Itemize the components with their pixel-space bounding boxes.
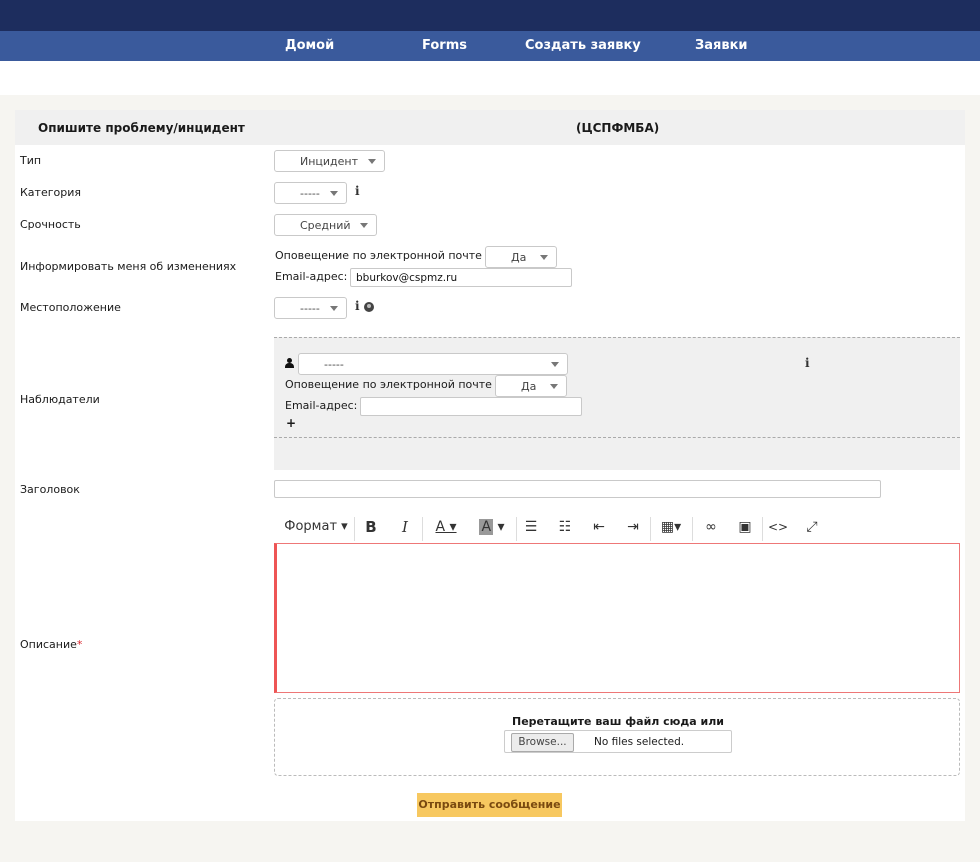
- divider: [274, 337, 960, 338]
- nav-create-ticket[interactable]: Создать заявку: [525, 31, 641, 61]
- observer-email-notify-select[interactable]: Да: [495, 375, 567, 397]
- required-mark: *: [76, 638, 83, 651]
- observer-email-label: Email-адрес:: [285, 399, 358, 412]
- observer-value: -----: [324, 358, 344, 371]
- file-status: No files selected.: [594, 736, 685, 748]
- urgency-select[interactable]: Средний: [274, 214, 377, 236]
- file-dropzone[interactable]: Перетащите ваш файл сюда или Browse... N…: [274, 698, 960, 776]
- file-input[interactable]: Browse... No files selected.: [504, 730, 732, 753]
- form-title: Опишите проблему/инцидент: [38, 121, 245, 135]
- category-value: -----: [300, 187, 320, 200]
- nav-tickets[interactable]: Заявки: [695, 31, 748, 61]
- toolbar-separator: [516, 517, 517, 541]
- type-value: Инцидент: [300, 155, 359, 168]
- notify-label: Информировать меня об изменениях: [20, 260, 237, 273]
- title-field[interactable]: [274, 480, 881, 498]
- description-label: Описание*: [20, 638, 82, 651]
- globe-icon[interactable]: [364, 302, 374, 312]
- outdent-icon[interactable]: ⇤: [588, 513, 610, 541]
- ticket-form: Опишите проблему/инцидент (ЦСПФМБА) Тип …: [15, 110, 965, 821]
- chevron-down-icon: [330, 306, 338, 311]
- indent-icon[interactable]: ⇥: [622, 513, 644, 541]
- info-icon[interactable]: i: [805, 356, 810, 370]
- chevron-down-icon: [551, 362, 559, 367]
- format-dropdown[interactable]: Формат ▾: [284, 513, 348, 541]
- observers-label: Наблюдатели: [20, 393, 100, 406]
- form-header: Опишите проблему/инцидент (ЦСПФМБА): [15, 110, 965, 145]
- type-label: Тип: [20, 154, 42, 167]
- email-label: Email-адрес:: [275, 270, 348, 283]
- image-icon[interactable]: ▣: [734, 513, 756, 541]
- italic-icon[interactable]: I: [394, 513, 416, 541]
- top-bar: [0, 0, 980, 31]
- email-notify-value: Да: [511, 251, 527, 264]
- category-label: Категория: [20, 186, 81, 199]
- toolbar-separator: [422, 517, 423, 541]
- info-icon[interactable]: i: [355, 184, 360, 198]
- description-editor[interactable]: [274, 543, 960, 693]
- table-icon[interactable]: ▦▾: [654, 513, 688, 541]
- chevron-down-icon: [360, 223, 368, 228]
- chevron-down-icon: [540, 255, 548, 260]
- category-select[interactable]: -----: [274, 182, 347, 204]
- white-band: [0, 61, 980, 95]
- link-icon[interactable]: ∞: [700, 513, 722, 541]
- observer-email-notify-value: Да: [521, 380, 537, 393]
- nav-forms[interactable]: Forms: [422, 31, 467, 61]
- location-label: Местоположение: [20, 301, 121, 314]
- chevron-down-icon: [550, 384, 558, 389]
- dropzone-text: Перетащите ваш файл сюда или: [512, 715, 724, 728]
- bold-icon[interactable]: B: [360, 513, 382, 541]
- person-icon: [285, 358, 294, 368]
- observer-email-field[interactable]: [360, 397, 582, 416]
- form-entity: (ЦСПФМБА): [576, 121, 660, 135]
- fullscreen-icon[interactable]: ⤢: [800, 513, 824, 541]
- toolbar-separator: [762, 517, 763, 541]
- format-label: Формат: [284, 519, 338, 534]
- text-color-icon[interactable]: A ▾: [426, 513, 466, 541]
- email-notify-select[interactable]: Да: [485, 246, 557, 268]
- urgency-label: Срочность: [20, 218, 81, 231]
- toolbar-separator: [354, 517, 355, 541]
- numbered-list-icon[interactable]: ☷: [554, 513, 576, 541]
- email-field[interactable]: [350, 268, 572, 287]
- toolbar-separator: [692, 517, 693, 541]
- highlight-color-icon[interactable]: A ▾: [472, 513, 512, 541]
- source-code-icon[interactable]: <>: [766, 513, 790, 541]
- divider: [274, 437, 960, 438]
- plus-icon[interactable]: +: [286, 416, 296, 430]
- description-label-text: Описание: [20, 638, 77, 651]
- chevron-down-icon: [368, 159, 376, 164]
- observer-select[interactable]: -----: [298, 353, 568, 375]
- title-label: Заголовок: [20, 483, 80, 496]
- observer-email-notify-label: Оповещение по электронной почте: [285, 378, 492, 391]
- browse-button[interactable]: Browse...: [511, 733, 574, 752]
- urgency-value: Средний: [300, 219, 351, 232]
- toolbar-separator: [650, 517, 651, 541]
- main-nav: Домой Forms Создать заявку Заявки: [0, 31, 980, 61]
- submit-button[interactable]: Отправить сообщение: [417, 793, 562, 817]
- bullet-list-icon[interactable]: ☰: [520, 513, 542, 541]
- email-notify-label: Оповещение по электронной почте: [275, 249, 482, 262]
- location-value: -----: [300, 302, 320, 315]
- observers-block: ----- i Оповещение по электронной почте …: [274, 337, 960, 470]
- location-select[interactable]: -----: [274, 297, 347, 319]
- nav-home[interactable]: Домой: [285, 31, 334, 61]
- info-icon[interactable]: i: [355, 299, 360, 313]
- type-select[interactable]: Инцидент: [274, 150, 385, 172]
- chevron-down-icon: [330, 191, 338, 196]
